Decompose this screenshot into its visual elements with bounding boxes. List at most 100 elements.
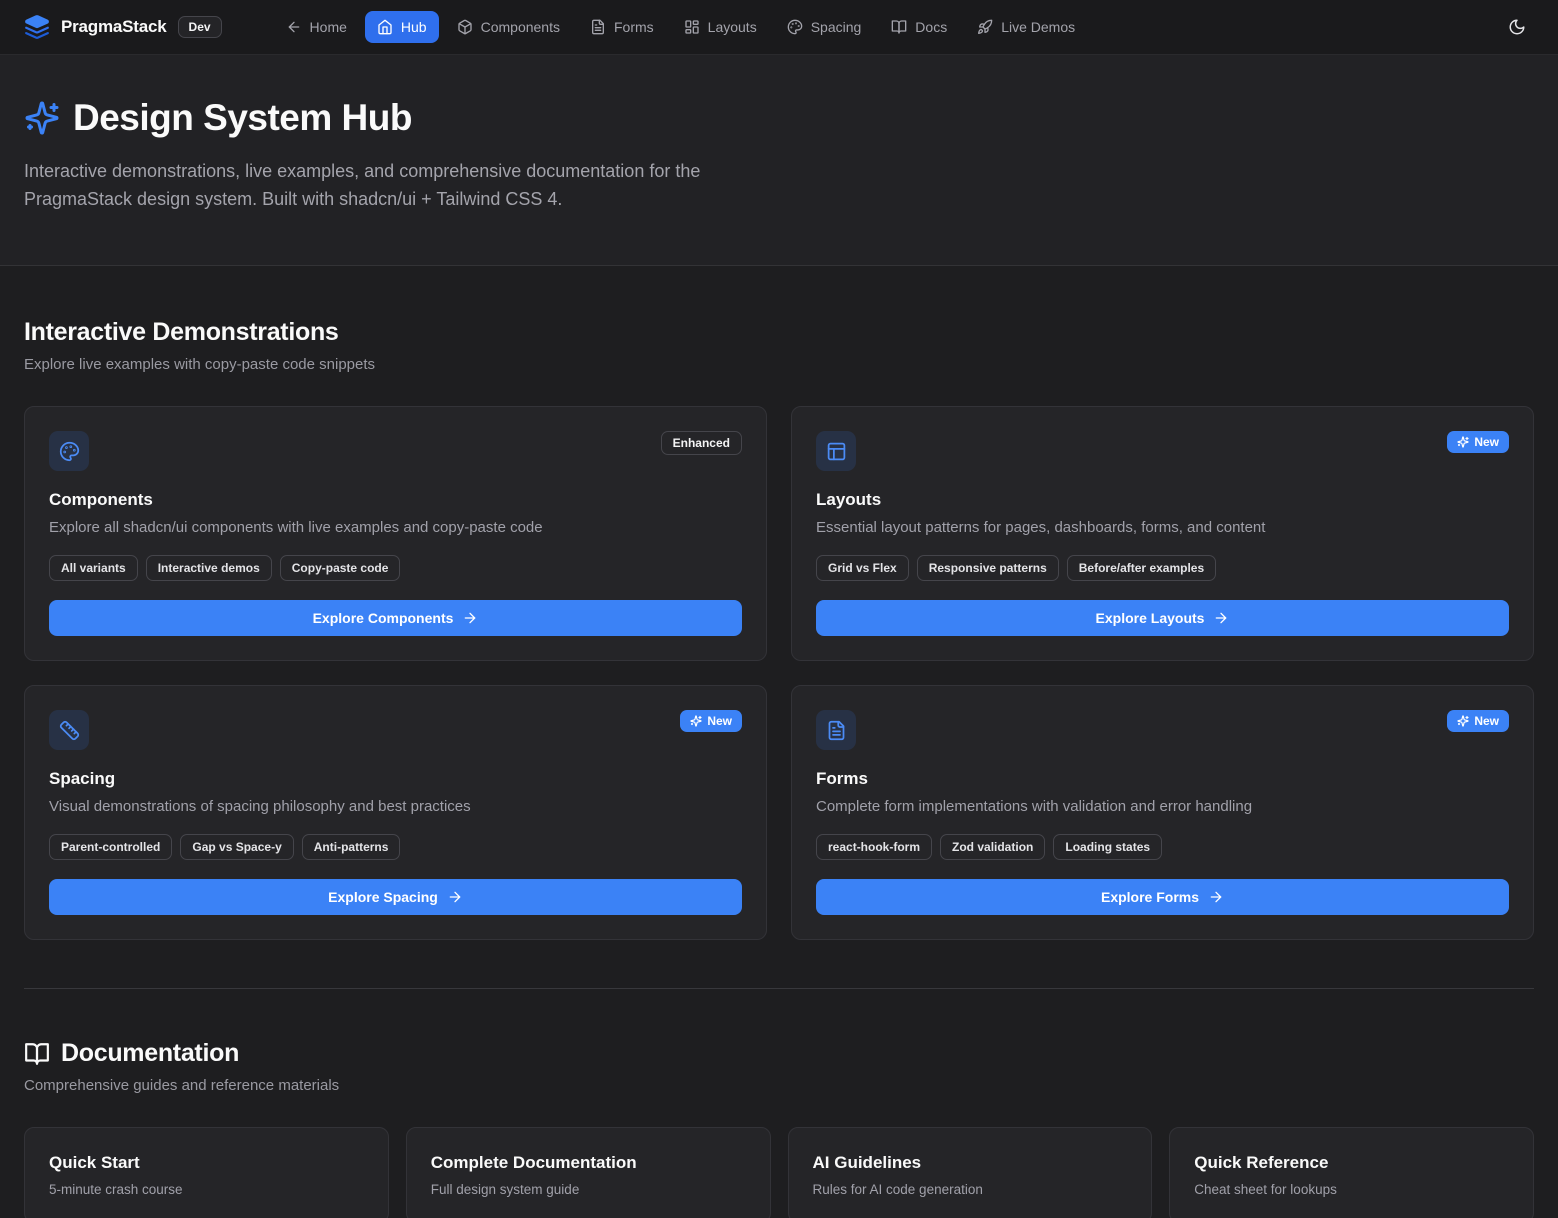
file-text-icon <box>590 19 606 35</box>
tag: Interactive demos <box>146 555 272 581</box>
brand-name: PragmaStack <box>61 17 167 37</box>
tag: Parent-controlled <box>49 834 172 860</box>
tag-row: Parent-controlled Gap vs Space-y Anti-pa… <box>49 834 742 860</box>
tag: Copy-paste code <box>280 555 401 581</box>
sparkles-icon <box>1457 715 1469 727</box>
moon-icon <box>1508 18 1526 36</box>
demo-card-layouts: New Layouts Essential layout patterns fo… <box>791 406 1534 661</box>
main-content: Interactive Demonstrations Explore live … <box>0 266 1558 1218</box>
demos-section: Interactive Demonstrations Explore live … <box>24 266 1534 940</box>
nav-item-home[interactable]: Home <box>274 11 359 43</box>
tag: Before/after examples <box>1067 555 1216 581</box>
explore-forms-button[interactable]: Explore Forms <box>816 879 1509 915</box>
doc-card-description: Full design system guide <box>431 1182 746 1197</box>
explore-spacing-button[interactable]: Explore Spacing <box>49 879 742 915</box>
demo-card-components: Enhanced Components Explore all shadcn/u… <box>24 406 767 661</box>
tag: Grid vs Flex <box>816 555 909 581</box>
nav-item-label: Spacing <box>811 19 862 35</box>
tag: Gap vs Space-y <box>180 834 293 860</box>
tag: react-hook-form <box>816 834 932 860</box>
rocket-icon <box>977 19 993 35</box>
doc-card-title: Quick Start <box>49 1153 364 1173</box>
home-icon <box>377 19 393 35</box>
card-title: Forms <box>816 769 1509 789</box>
button-label: Explore Forms <box>1101 889 1199 905</box>
status-badge: Enhanced <box>661 431 742 455</box>
tag: Zod validation <box>940 834 1045 860</box>
card-title: Components <box>49 490 742 510</box>
sparkles-icon <box>1457 436 1469 448</box>
book-open-icon <box>24 1041 50 1067</box>
badge-label: New <box>1474 714 1499 728</box>
demo-card-spacing: New Spacing Visual demonstrations of spa… <box>24 685 767 940</box>
card-description: Essential layout patterns for pages, das… <box>816 517 1509 538</box>
tag: All variants <box>49 555 138 581</box>
doc-card-description: Rules for AI code generation <box>813 1182 1128 1197</box>
nav-item-label: Live Demos <box>1001 19 1075 35</box>
sparkles-icon <box>690 715 702 727</box>
sparkles-icon <box>24 100 60 136</box>
layout-grid-icon <box>684 19 700 35</box>
ruler-icon <box>49 710 89 750</box>
nav-item-label: Components <box>481 19 560 35</box>
tag: Responsive patterns <box>917 555 1059 581</box>
nav-item-docs[interactable]: Docs <box>879 11 959 43</box>
tag-row: All variants Interactive demos Copy-past… <box>49 555 742 581</box>
env-badge: Dev <box>178 16 222 38</box>
docs-section-subtitle: Comprehensive guides and reference mater… <box>24 1077 1534 1094</box>
nav-item-components[interactable]: Components <box>445 11 572 43</box>
nav-item-label: Docs <box>915 19 947 35</box>
box-icon <box>457 19 473 35</box>
nav-item-label: Home <box>310 19 347 35</box>
nav-item-layouts[interactable]: Layouts <box>672 11 769 43</box>
badge-label: New <box>707 714 732 728</box>
demos-section-title: Interactive Demonstrations <box>24 318 1534 347</box>
palette-icon <box>49 431 89 471</box>
nav-item-label: Forms <box>614 19 654 35</box>
status-badge: New <box>1447 710 1509 732</box>
nav-item-label: Layouts <box>708 19 757 35</box>
demos-section-subtitle: Explore live examples with copy-paste co… <box>24 356 1534 373</box>
nav-item-spacing[interactable]: Spacing <box>775 11 874 43</box>
doc-card-description: Cheat sheet for lookups <box>1194 1182 1509 1197</box>
card-description: Visual demonstrations of spacing philoso… <box>49 796 742 817</box>
status-badge: New <box>680 710 742 732</box>
status-badge: New <box>1447 431 1509 453</box>
card-description: Explore all shadcn/ui components with li… <box>49 517 742 538</box>
page-title: Design System Hub <box>73 97 412 139</box>
hero-description: Interactive demonstrations, live example… <box>24 157 759 213</box>
arrow-right-icon <box>462 610 478 626</box>
doc-card-complete-documentation[interactable]: Complete Documentation Full design syste… <box>406 1127 771 1218</box>
arrow-left-icon <box>286 19 302 35</box>
doc-card-description: 5-minute crash course <box>49 1182 364 1197</box>
nav-item-live-demos[interactable]: Live Demos <box>965 11 1087 43</box>
badge-label: New <box>1474 435 1499 449</box>
docs-section-title: Documentation <box>61 1039 239 1068</box>
explore-layouts-button[interactable]: Explore Layouts <box>816 600 1509 636</box>
hero-section: Design System Hub Interactive demonstrat… <box>0 55 1558 266</box>
card-title: Layouts <box>816 490 1509 510</box>
tag: Anti-patterns <box>302 834 401 860</box>
doc-card-ai-guidelines[interactable]: AI Guidelines Rules for AI code generati… <box>788 1127 1153 1218</box>
nav-menu: Home Hub Components Forms Layouts <box>274 11 1088 43</box>
demo-card-forms: New Forms Complete form implementations … <box>791 685 1534 940</box>
tag-row: react-hook-form Zod validation Loading s… <box>816 834 1509 860</box>
docs-section: Documentation Comprehensive guides and r… <box>24 989 1534 1218</box>
theme-toggle-button[interactable] <box>1500 10 1534 44</box>
docs-card-grid: Quick Start 5-minute crash course Comple… <box>24 1127 1534 1218</box>
card-description: Complete form implementations with valid… <box>816 796 1509 817</box>
button-label: Explore Layouts <box>1096 610 1205 626</box>
doc-card-quick-reference[interactable]: Quick Reference Cheat sheet for lookups <box>1169 1127 1534 1218</box>
button-label: Explore Components <box>313 610 454 626</box>
panels-top-left-icon <box>816 431 856 471</box>
tag: Loading states <box>1053 834 1162 860</box>
palette-icon <box>787 19 803 35</box>
button-label: Explore Spacing <box>328 889 438 905</box>
brand[interactable]: PragmaStack Dev <box>24 14 222 40</box>
explore-components-button[interactable]: Explore Components <box>49 600 742 636</box>
doc-card-quick-start[interactable]: Quick Start 5-minute crash course <box>24 1127 389 1218</box>
doc-card-title: AI Guidelines <box>813 1153 1128 1173</box>
nav-item-hub[interactable]: Hub <box>365 11 439 43</box>
nav-item-forms[interactable]: Forms <box>578 11 666 43</box>
nav-item-label: Hub <box>401 19 427 35</box>
